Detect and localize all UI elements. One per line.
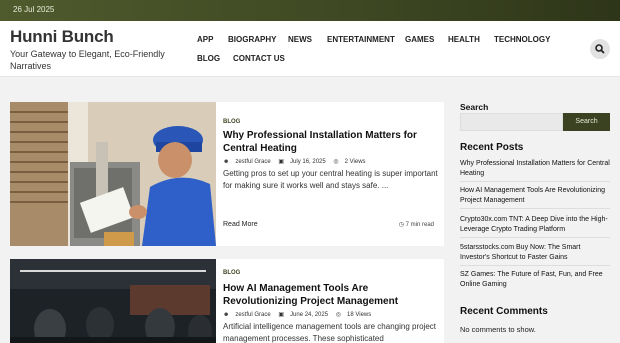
- post-excerpt: Getting pros to set up your central heat…: [223, 169, 438, 190]
- search-input[interactable]: [460, 113, 563, 131]
- user-icon: ☻: [223, 312, 230, 318]
- post-views: 18 Views: [347, 312, 372, 318]
- post-title[interactable]: How AI Management Tools Are Revolutioniz…: [223, 282, 438, 308]
- divider: [460, 181, 610, 182]
- divider: [460, 237, 610, 238]
- post-meta: ☻ zestful Grace ▣ June 24, 2025 ◎ 18 Views: [223, 311, 377, 318]
- nav-item-contact-us[interactable]: CONTACT US: [233, 54, 285, 63]
- post-card: BLOG How AI Management Tools Are Revolut…: [10, 259, 444, 343]
- read-more-link[interactable]: Read More: [223, 221, 258, 228]
- recent-post-link[interactable]: Crypto30x.com TNT: A Deep Dive into the …: [460, 215, 610, 235]
- search-submit-button[interactable]: Search: [563, 113, 610, 131]
- nav-item-entertainment[interactable]: ENTERTAINMENT: [327, 35, 395, 44]
- post-card: BLOG Why Professional Installation Matte…: [10, 102, 444, 246]
- nav-item-health[interactable]: HEALTH: [448, 35, 480, 44]
- calendar-icon: ▣: [278, 159, 285, 165]
- read-time-label: 7 min read: [405, 222, 434, 228]
- post-author[interactable]: zestful Grace: [235, 312, 270, 318]
- recent-posts-heading: Recent Posts: [460, 142, 524, 153]
- calendar-icon: ▣: [278, 312, 285, 318]
- read-time: ◷ 7 min read: [399, 221, 434, 228]
- post-date: July 16, 2025: [290, 159, 326, 165]
- divider: [460, 208, 610, 209]
- post-thumbnail[interactable]: [10, 259, 216, 343]
- post-excerpt: Artificial intelligence management tools…: [223, 322, 437, 343]
- clock-icon: ◷: [398, 222, 406, 228]
- recent-post-link[interactable]: 5starsstocks.com Buy Now: The Smart Inve…: [460, 243, 610, 263]
- nav-item-biography[interactable]: BIOGRAPHY: [228, 35, 276, 44]
- recent-post-link[interactable]: Why Professional Installation Matters fo…: [460, 159, 610, 179]
- post-author[interactable]: zestful Grace: [235, 159, 270, 165]
- post-date: June 24, 2025: [290, 312, 329, 318]
- site-title[interactable]: Hunni Bunch: [10, 27, 114, 47]
- post-category[interactable]: BLOG: [223, 119, 240, 125]
- user-icon: ☻: [223, 159, 230, 165]
- no-comments-text: No comments to show.: [460, 325, 536, 334]
- nav-item-news[interactable]: NEWS: [288, 35, 312, 44]
- divider: [460, 265, 610, 266]
- site-header: Hunni Bunch Your Gateway to Elegant, Eco…: [0, 21, 620, 77]
- recent-post-link[interactable]: SZ Games: The Future of Fast, Fun, and F…: [460, 270, 610, 290]
- recent-comments-heading: Recent Comments: [460, 306, 548, 317]
- nav-item-games[interactable]: GAMES: [405, 35, 434, 44]
- recent-post-link[interactable]: How AI Management Tools Are Revolutioniz…: [460, 186, 610, 206]
- post-meta: ☻ zestful Grace ▣ July 16, 2025 ◎ 2 Views: [223, 158, 372, 165]
- eye-icon: ◎: [333, 159, 339, 165]
- top-bar: 26 Jul 2025: [0, 0, 620, 21]
- nav-item-blog[interactable]: BLOG: [197, 54, 220, 63]
- post-category[interactable]: BLOG: [223, 270, 240, 276]
- site-tagline: Your Gateway to Elegant, Eco-Friendly Na…: [10, 49, 165, 71]
- post-thumbnail[interactable]: [10, 102, 216, 246]
- nav-item-app[interactable]: APP: [197, 35, 213, 44]
- current-date: 26 Jul 2025: [13, 5, 55, 14]
- eye-icon: ◎: [335, 312, 341, 318]
- post-views: 2 Views: [344, 159, 366, 165]
- search-widget-label: Search: [460, 102, 489, 112]
- header-search-button[interactable]: [590, 39, 610, 59]
- post-title[interactable]: Why Professional Installation Matters fo…: [223, 129, 438, 155]
- search-icon: [595, 44, 605, 54]
- nav-item-technology[interactable]: TECHNOLOGY: [494, 35, 550, 44]
